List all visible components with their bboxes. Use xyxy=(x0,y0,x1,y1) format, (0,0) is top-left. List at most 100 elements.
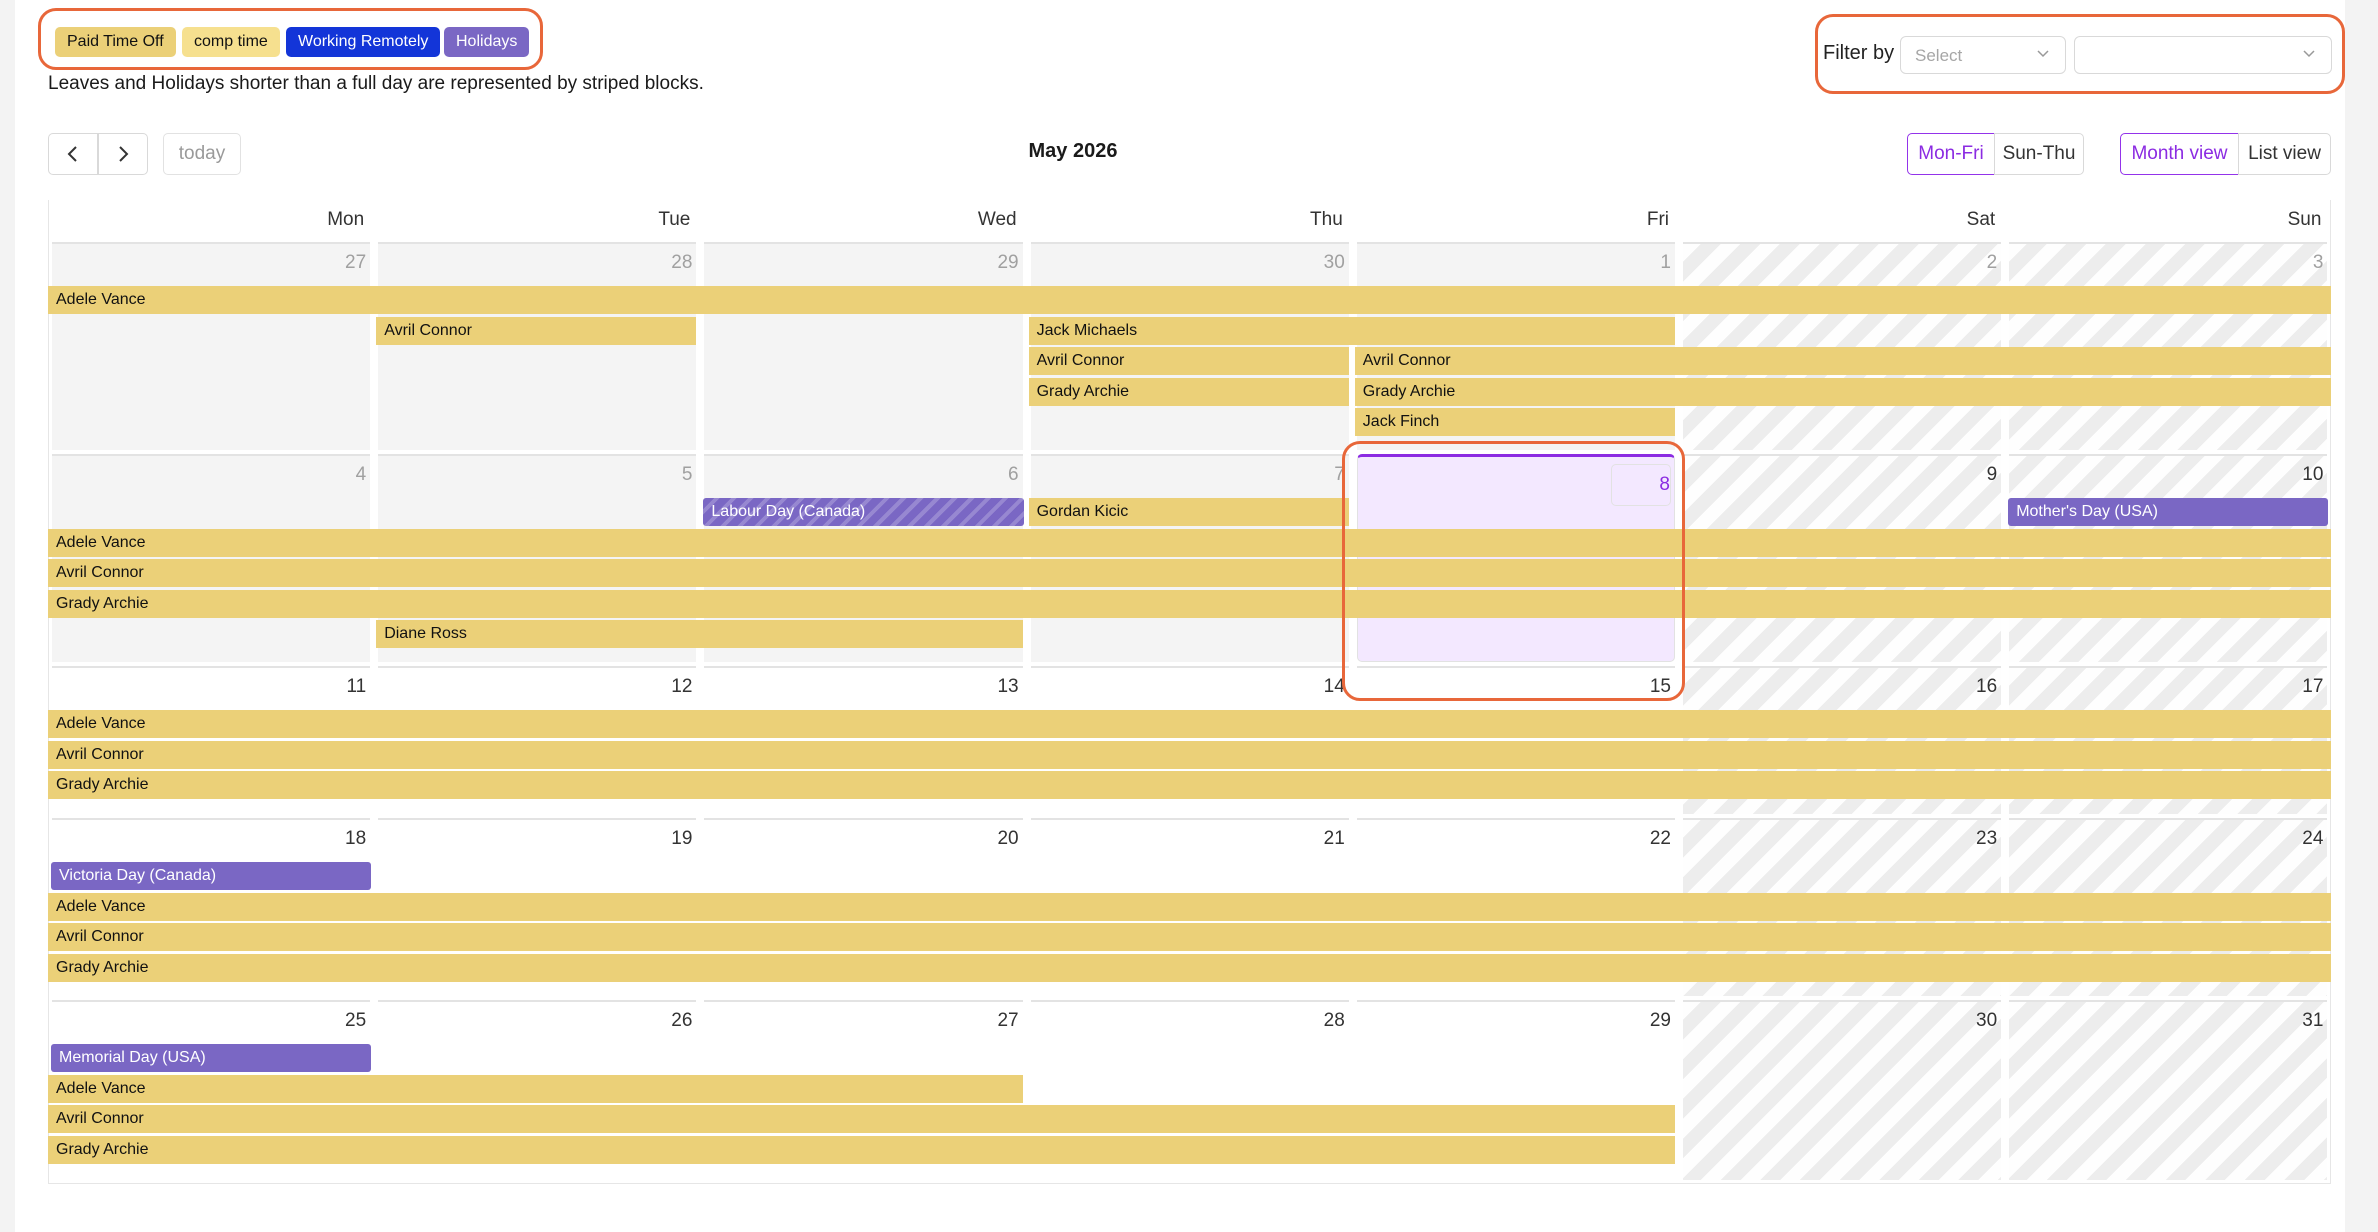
leave-event[interactable]: Avril Connor xyxy=(48,559,2332,587)
leave-event[interactable]: Avril Connor xyxy=(1028,347,1349,375)
day-cell-divider xyxy=(378,666,697,668)
chevron-down-icon xyxy=(2037,50,2049,58)
day-cell-divider xyxy=(1683,454,2002,456)
day-number: 31 xyxy=(2302,1010,2324,1031)
list-view-button[interactable]: List view xyxy=(2238,133,2331,175)
day-number: 30 xyxy=(1976,1010,1998,1031)
leave-event[interactable]: Grady Archie xyxy=(48,771,2332,799)
day-of-week-header: Tue xyxy=(658,209,691,230)
day-number: 4 xyxy=(355,464,367,485)
holiday-event[interactable]: Memorial Day (USA) xyxy=(51,1044,372,1072)
chevron-left-icon xyxy=(67,146,77,162)
month-title: May 2026 xyxy=(1028,140,1118,162)
day-cell-divider xyxy=(2009,666,2328,668)
left-gutter xyxy=(0,0,15,1232)
day-cell-divider xyxy=(1356,242,1675,244)
legend-paid-time-off[interactable]: Paid Time Off xyxy=(55,27,176,57)
day-number: 8 xyxy=(1611,464,1671,506)
leave-event[interactable]: Gordan Kicic xyxy=(1028,498,1349,526)
filter-select-2[interactable] xyxy=(2074,36,2332,74)
day-number: 13 xyxy=(997,676,1019,697)
day-cell-divider xyxy=(1683,242,2002,244)
day-of-week-header: Sat xyxy=(1966,209,1996,230)
legend-working-remotely[interactable]: Working Remotely xyxy=(286,27,441,57)
workweek-sun-thu[interactable]: Sun-Thu xyxy=(1994,133,2084,175)
day-of-week-header: Mon xyxy=(327,209,365,230)
holiday-event[interactable]: Labour Day (Canada) xyxy=(703,498,1024,526)
day-number: 12 xyxy=(671,676,693,697)
chevron-right-icon xyxy=(119,146,129,162)
day-number: 7 xyxy=(1334,464,1345,485)
leave-event[interactable]: Avril Connor xyxy=(376,316,697,345)
day-of-week-header: Thu xyxy=(1310,209,1343,230)
day-number: 2 xyxy=(1986,252,1998,273)
month-view-button[interactable]: Month view xyxy=(2120,133,2239,175)
next-month-button[interactable] xyxy=(98,133,148,175)
leave-event[interactable]: Diane Ross xyxy=(376,620,1023,648)
day-number: 11 xyxy=(346,676,367,697)
day-cell-divider xyxy=(1030,242,1349,244)
day-cell-divider xyxy=(1356,666,1675,668)
leave-event[interactable]: Adele Vance xyxy=(48,528,2332,557)
filter-select-1[interactable]: Select xyxy=(1900,36,2066,74)
leave-event[interactable]: Grady Archie xyxy=(48,1135,1675,1164)
day-of-week-header: Sun xyxy=(2287,209,2322,230)
prev-month-button[interactable] xyxy=(48,133,98,175)
day-cell-divider xyxy=(1683,818,2002,820)
leave-event[interactable]: Avril Connor xyxy=(48,923,2332,951)
leave-event[interactable]: Avril Connor xyxy=(48,1105,1675,1133)
day-number: 9 xyxy=(1986,464,1998,485)
day-cell-divider xyxy=(1356,1000,1675,1002)
leave-event[interactable]: Avril Connor xyxy=(48,740,2332,769)
day-cell-divider xyxy=(2009,242,2328,244)
day-cell-divider xyxy=(1030,666,1349,668)
holiday-event[interactable]: Mother's Day (USA) xyxy=(2008,498,2329,526)
day-number: 26 xyxy=(671,1010,693,1031)
day-number: 25 xyxy=(345,1010,367,1031)
leave-event[interactable]: Avril Connor xyxy=(1354,347,2332,375)
workweek-mon-fri[interactable]: Mon-Fri xyxy=(1907,133,1995,175)
right-gutter xyxy=(2345,0,2378,1232)
day-number: 27 xyxy=(997,1010,1019,1031)
legend-comp-time[interactable]: comp time xyxy=(182,27,280,57)
legend-holidays[interactable]: Holidays xyxy=(444,27,530,57)
day-cell-divider xyxy=(704,666,1023,668)
day-number: 15 xyxy=(1649,676,1671,697)
today-button[interactable]: today xyxy=(163,133,241,175)
day-number: 30 xyxy=(1323,252,1345,273)
day-cell-divider xyxy=(2009,1000,2328,1002)
day-of-week-header: Wed xyxy=(977,209,1017,230)
leave-event[interactable]: Jack Finch xyxy=(1354,408,1675,436)
leave-event[interactable]: Adele Vance xyxy=(48,286,2332,314)
leave-event[interactable]: Adele Vance xyxy=(48,710,2332,738)
day-cell-divider xyxy=(52,242,371,244)
day-cell-divider xyxy=(52,454,371,456)
day-cell-divider xyxy=(378,818,697,820)
day-number: 6 xyxy=(1008,464,1019,485)
leave-event[interactable]: Jack Michaels xyxy=(1028,316,1675,345)
day-cell-divider xyxy=(1683,1000,2002,1002)
holiday-event[interactable]: Victoria Day (Canada) xyxy=(51,862,372,890)
day-cell-divider xyxy=(1030,454,1349,456)
day-cell-divider xyxy=(1683,666,2002,668)
leave-event[interactable]: Adele Vance xyxy=(48,1074,1023,1103)
day-number: 20 xyxy=(997,828,1019,849)
day-cell-divider xyxy=(52,818,371,820)
leave-event[interactable]: Grady Archie xyxy=(1354,377,2332,406)
day-cell-divider xyxy=(378,1000,697,1002)
day-number: 27 xyxy=(345,252,367,273)
day-cell-divider xyxy=(2009,818,2328,820)
filter-select-1-placeholder: Select xyxy=(1915,46,1963,65)
day-cell-divider xyxy=(704,454,1023,456)
day-number: 14 xyxy=(1323,676,1345,697)
leave-calendar-app: Paid Time Off comp time Working Remotely… xyxy=(0,0,2378,1232)
leave-event[interactable]: Adele Vance xyxy=(48,892,2332,921)
leave-event[interactable]: Grady Archie xyxy=(48,953,2332,982)
leave-event[interactable]: Grady Archie xyxy=(48,589,2332,618)
day-number: 10 xyxy=(2302,464,2324,485)
day-number: 29 xyxy=(1649,1010,1671,1031)
day-number: 28 xyxy=(1323,1010,1345,1031)
day-cell-divider xyxy=(378,242,697,244)
leave-event[interactable]: Grady Archie xyxy=(1028,377,1349,406)
filter-label: Filter by xyxy=(1823,42,1895,64)
